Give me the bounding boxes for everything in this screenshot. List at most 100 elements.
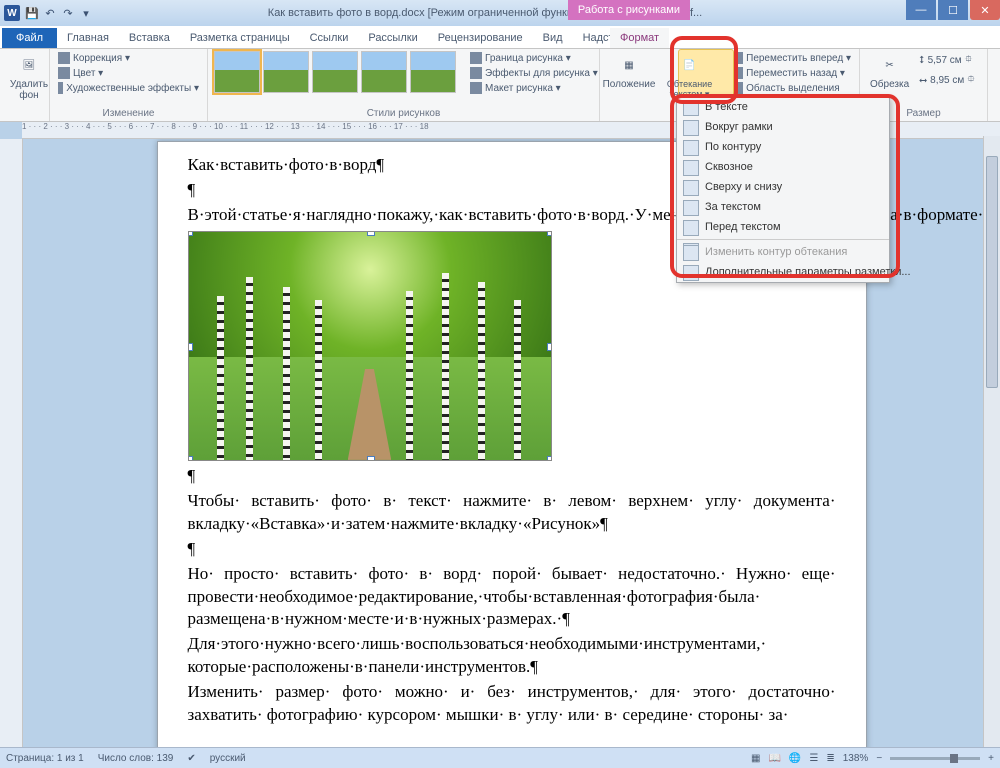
picture-effects-button[interactable]: Эффекты для рисунка ▾ [468,66,600,80]
style-thumb[interactable] [312,51,358,93]
word-icon: W [4,5,20,21]
corrections-button[interactable]: Коррекция ▾ [56,51,201,65]
group-label-styles: Стили рисунков [214,108,593,121]
selection-pane-button[interactable]: Область выделения [729,81,853,95]
doc-paragraph[interactable]: Для·этого·нужно·всего·лишь·воспользовать… [188,633,836,679]
redo-icon[interactable]: ↷ [60,5,76,21]
birch-trunk [514,300,521,460]
maximize-button[interactable]: ☐ [938,0,968,20]
resize-handle[interactable] [367,231,375,236]
menu-separator [677,239,889,240]
wrap-option-inline[interactable]: В тексте [677,97,889,117]
status-language[interactable]: русский [210,753,246,764]
picture-border-button[interactable]: Граница рисунка ▾ [468,51,600,65]
crop-icon: ✂ [878,53,902,77]
resize-handle[interactable] [188,456,193,461]
artistic-effects-button[interactable]: Художественные эффекты ▾ [56,81,201,95]
send-backward-button[interactable]: Переместить назад ▾ [729,66,853,80]
color-icon [58,67,70,79]
tab-references[interactable]: Ссылки [300,28,359,48]
view-web-icon[interactable]: 🌐 [789,753,801,764]
resize-handle[interactable] [188,343,193,351]
wrap-option-topbottom[interactable]: Сверху и снизу [677,177,889,197]
tab-mailings[interactable]: Рассылки [358,28,427,48]
position-button[interactable]: ▦ Положение [606,51,652,92]
doc-paragraph[interactable]: ¶ [188,465,836,488]
contextual-tab-label: Работа с рисунками [568,0,690,20]
image-canopy [189,232,551,357]
view-draft-icon[interactable]: ≣ [826,753,834,764]
tab-view[interactable]: Вид [533,28,573,48]
status-bar: Страница: 1 из 1 Число слов: 139 ✔ русск… [0,747,1000,768]
height-input[interactable]: ⭥ 5,57 см ⯐ [917,51,977,70]
style-thumb[interactable] [410,51,456,93]
wrap-option-through[interactable]: Сквозное [677,157,889,177]
effects-icon [58,82,63,94]
zoom-slider[interactable] [890,757,980,760]
doc-paragraph[interactable]: Но· просто· вставить· фото· в· ворд· пор… [188,563,836,632]
remove-background-button[interactable]: 🖼 Удалить фон [6,51,52,103]
resize-handle[interactable] [547,343,552,351]
inserted-image[interactable] [188,231,552,461]
vertical-scrollbar[interactable] [983,136,1000,748]
view-read-icon[interactable]: 📖 [768,753,780,764]
status-page[interactable]: Страница: 1 из 1 [6,753,84,764]
scrollbar-thumb[interactable] [986,156,998,388]
ribbon-tabs: Файл Главная Вставка Разметка страницы С… [0,26,1000,49]
birch-trunk [406,291,413,460]
wrap-text-button[interactable]: 📄 Обтекание текстом ▾ [656,51,723,102]
doc-paragraph[interactable]: ¶ [188,538,836,561]
zoom-value[interactable]: 138% [843,753,869,764]
file-tab[interactable]: Файл [2,28,57,48]
style-thumb[interactable] [214,51,260,93]
view-outline-icon[interactable]: ☰ [809,753,818,764]
zoom-out-button[interactable]: − [876,753,882,764]
doc-paragraph[interactable]: Чтобы· вставить· фото· в· текст· нажмите… [188,490,836,536]
wrap-option-tight[interactable]: По контуру [677,137,889,157]
color-button[interactable]: Цвет ▾ [56,66,201,80]
wrap-text-menu: В тексте Вокруг рамки По контуру Сквозно… [676,96,890,283]
wrap-option-front[interactable]: Перед текстом [677,217,889,237]
picture-layout-button[interactable]: Макет рисунка ▾ [468,81,600,95]
width-input[interactable]: ⭤ 8,95 см ⯐ [917,71,977,90]
resize-handle[interactable] [547,456,552,461]
doc-paragraph[interactable]: Изменить· размер· фото· можно· и· без· и… [188,681,836,727]
crop-button[interactable]: ✂ Обрезка [866,51,913,92]
view-print-layout-icon[interactable]: ▦ [751,753,760,764]
styles-gallery[interactable] [214,51,456,93]
tab-format[interactable]: Формат [610,28,669,48]
birch-trunk [478,282,485,460]
border-icon [470,52,482,64]
wrap-option-behind[interactable]: За текстом [677,197,889,217]
tab-review[interactable]: Рецензирование [428,28,533,48]
status-words[interactable]: Число слов: 139 [98,753,174,764]
birch-trunk [217,296,224,460]
resize-handle[interactable] [547,231,552,236]
wrap-option-square[interactable]: Вокруг рамки [677,117,889,137]
qat-more-icon[interactable]: ▾ [78,5,94,21]
tab-home[interactable]: Главная [57,28,119,48]
quick-access-toolbar: 💾 ↶ ↷ ▾ [24,5,94,21]
zoom-in-button[interactable]: + [988,753,994,764]
tab-layout[interactable]: Разметка страницы [180,28,300,48]
wrap-more-options[interactable]: Дополнительные параметры разметки... [677,262,889,282]
wrap-edit-points: Изменить контур обтекания [677,242,889,262]
resize-handle[interactable] [188,231,193,236]
vertical-ruler[interactable] [0,139,23,759]
close-button[interactable]: ✕ [970,0,1000,20]
window-controls: — ☐ ✕ [906,0,1000,20]
style-thumb[interactable] [263,51,309,93]
birch-trunk [283,287,290,460]
status-proofing-icon[interactable]: ✔ [187,753,195,764]
minimize-button[interactable]: — [906,0,936,20]
save-icon[interactable]: 💾 [24,5,40,21]
window-title: Как вставить фото в ворд.docx [Режим огр… [170,7,800,19]
bring-forward-button[interactable]: Переместить вперед ▾ [729,51,853,65]
resize-handle[interactable] [367,456,375,461]
brightness-icon [58,52,70,64]
tab-insert[interactable]: Вставка [119,28,180,48]
title-bar: W 💾 ↶ ↷ ▾ Как вставить фото в ворд.docx … [0,0,1000,26]
undo-icon[interactable]: ↶ [42,5,58,21]
style-thumb[interactable] [361,51,407,93]
fx-icon [470,67,482,79]
